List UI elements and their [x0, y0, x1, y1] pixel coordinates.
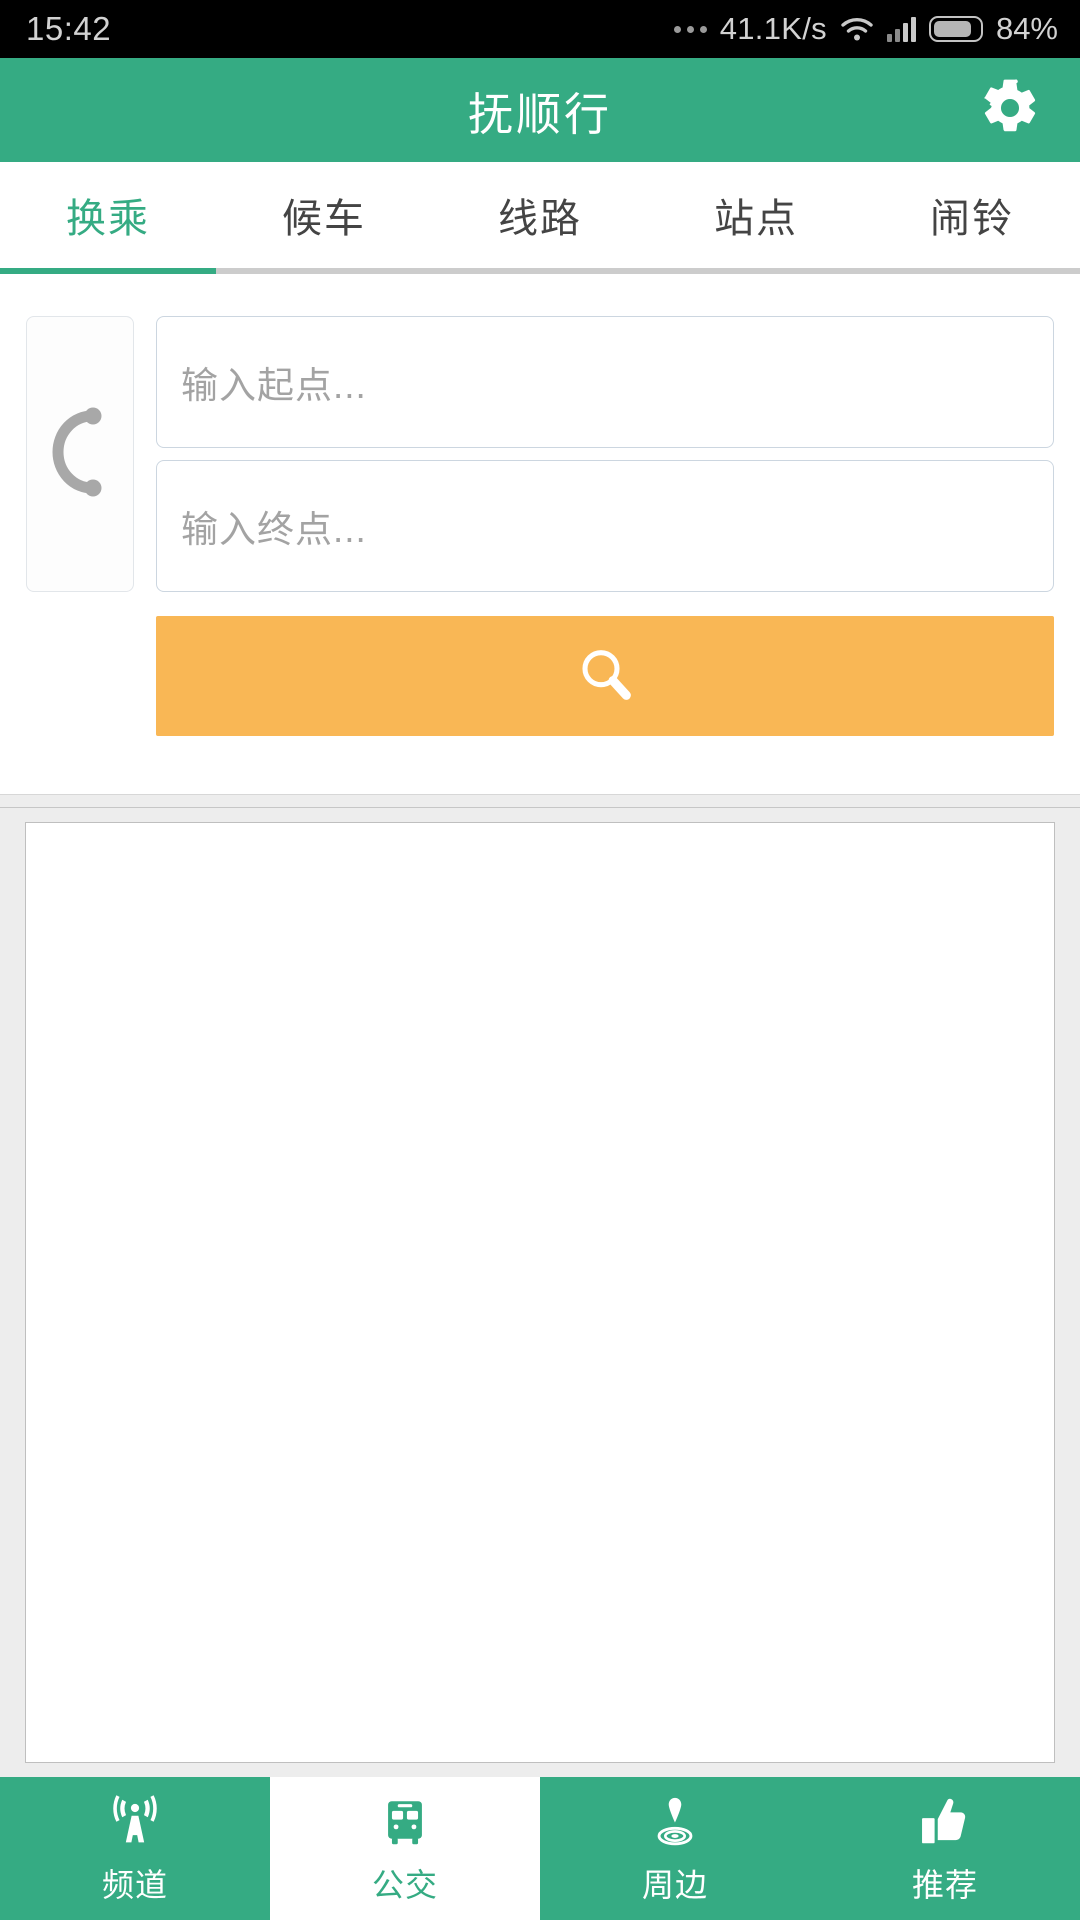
thumbs-up-icon — [916, 1792, 974, 1854]
search-icon — [573, 642, 637, 711]
status-icons: 41.1K/s 84% — [673, 11, 1058, 47]
tab-label: 站点 — [714, 197, 798, 241]
nav-label: 频道 — [101, 1866, 168, 1903]
nav-item-nearby[interactable]: 周边 — [540, 1777, 810, 1920]
results-panel[interactable] — [25, 822, 1055, 1763]
nav-label: 公交 — [371, 1866, 438, 1903]
search-panel: 输入起点... 输入终点... — [0, 274, 1080, 794]
app-header: 抚顺行 — [0, 58, 1080, 162]
cellular-signal-icon — [886, 16, 916, 42]
tab-waiting[interactable]: 候车 — [216, 162, 432, 268]
tab-bar: 换乘 候车 线路 站点 闹铃 — [0, 162, 1080, 274]
wifi-icon — [840, 16, 874, 42]
app-root: 15:42 41.1K/s 84% 抚顺行 换乘 候车 线路 站点 闹铃 输入起… — [0, 0, 1080, 1920]
origin-placeholder: 输入起点... — [181, 365, 367, 406]
page-title: 抚顺行 — [467, 88, 612, 140]
tab-label: 线路 — [498, 197, 582, 241]
origin-field[interactable]: 输入起点... — [156, 316, 1054, 448]
broadcast-tower-icon — [106, 1792, 164, 1854]
tab-alarm[interactable]: 闹铃 — [864, 162, 1080, 268]
section-divider — [0, 794, 1080, 808]
status-bar: 15:42 41.1K/s 84% — [0, 0, 1080, 58]
tab-routes[interactable]: 线路 — [432, 162, 648, 268]
battery-icon — [928, 16, 983, 42]
battery-percent-label: 84% — [995, 11, 1058, 46]
search-button[interactable] — [156, 616, 1054, 736]
status-clock: 15:42 — [26, 10, 112, 47]
tab-indicator — [0, 268, 216, 274]
tab-transfer[interactable]: 换乘 — [0, 162, 216, 268]
tab-label: 闹铃 — [930, 197, 1014, 241]
swap-endpoints-button[interactable] — [26, 316, 134, 592]
bus-icon — [376, 1792, 434, 1854]
swap-arrow-icon — [44, 386, 116, 523]
destination-field[interactable]: 输入终点... — [156, 460, 1054, 592]
nav-item-recommend[interactable]: 推荐 — [810, 1777, 1080, 1920]
tab-label: 换乘 — [66, 197, 150, 241]
location-pin-ripple-icon — [646, 1792, 704, 1854]
more-dots-icon — [673, 25, 707, 33]
gear-icon — [979, 77, 1041, 144]
nav-item-channel[interactable]: 频道 — [0, 1777, 270, 1920]
network-speed-label: 41.1K/s — [719, 11, 827, 46]
nav-label: 周边 — [641, 1866, 708, 1903]
settings-button[interactable] — [974, 74, 1046, 146]
results-area — [0, 808, 1080, 1777]
tab-label: 候车 — [282, 197, 366, 241]
tab-stations[interactable]: 站点 — [648, 162, 864, 268]
tab-indicator-track — [0, 268, 1080, 274]
nav-item-bus[interactable]: 公交 — [270, 1777, 540, 1920]
bottom-navigation: 频道 公交 周边 推荐 — [0, 1777, 1080, 1920]
destination-placeholder: 输入终点... — [181, 509, 367, 550]
nav-label: 推荐 — [911, 1866, 978, 1903]
